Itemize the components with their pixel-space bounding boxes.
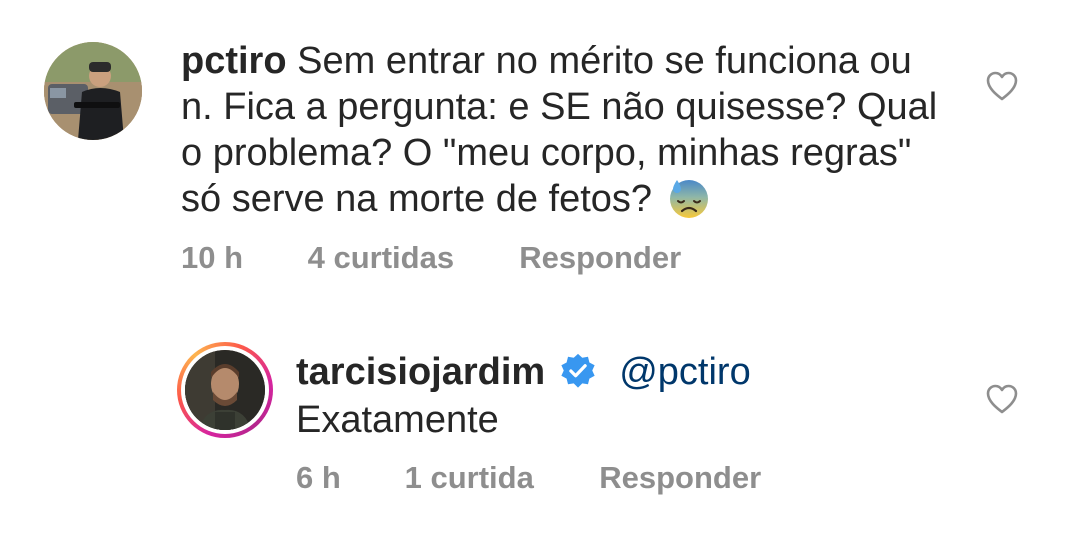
comment-item: pctiro Sem entrar no mérito se funciona … [0,0,1080,300]
comment-text: Sem entrar no mérito se funciona ou n. F… [181,40,938,220]
avatar-photo [44,42,142,140]
heart-icon[interactable] [985,383,1019,415]
comment-username[interactable]: tarcisiojardim [296,351,545,393]
comment-body: pctiro Sem entrar no mérito se funciona … [181,38,951,222]
like-count[interactable]: 1 curtida [405,460,591,496]
mention-link[interactable]: @pctiro [619,351,751,393]
like-count[interactable]: 4 curtidas [308,240,511,276]
comment-header: tarcisiojardim @pctiro [296,348,956,396]
comment-meta: 10 h 4 curtidas Responder [181,240,681,276]
reply-button[interactable]: Responder [599,460,761,496]
avatar [185,350,265,430]
comment-text: Exatamente [296,399,499,441]
avatar-photo [185,350,265,430]
avatar[interactable] [44,42,142,140]
verified-badge-icon [561,353,595,388]
downcast-face-with-sweat-icon [669,180,708,218]
avatar-ring-gap [181,346,269,434]
reply-item: tarcisiojardim @pctiro Exatamente 6 h 1 … [0,300,1080,539]
heart-icon[interactable] [985,70,1019,102]
comment-time: 6 h [296,460,341,495]
avatar-story-ring[interactable] [177,342,273,438]
comment-time: 10 h [181,240,244,275]
comment-body: tarcisiojardim @pctiro Exatamente [296,348,956,444]
comment-username[interactable]: pctiro [181,40,287,82]
comment-meta: 6 h 1 curtida Responder [296,460,761,496]
reply-button[interactable]: Responder [519,240,681,276]
